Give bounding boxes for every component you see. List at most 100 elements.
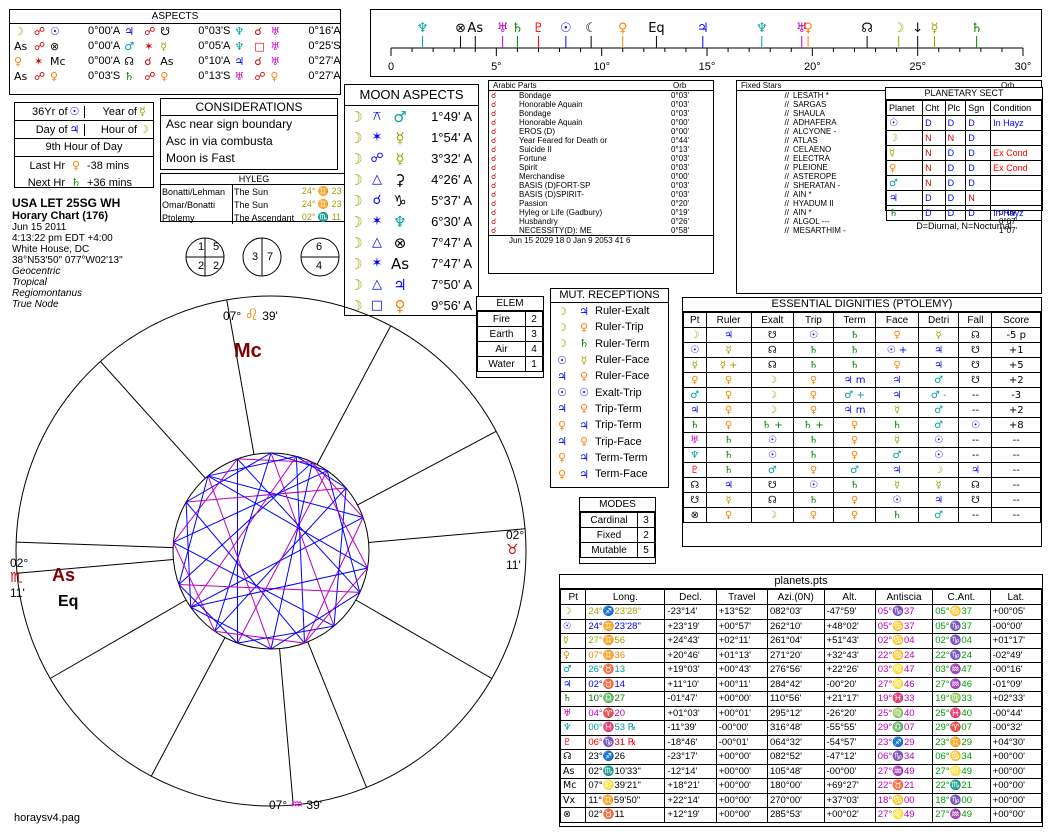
scale-glyph: ♀ <box>618 21 628 36</box>
dignities-header-cell: Term <box>832 312 877 328</box>
house-cusp-line <box>279 648 294 806</box>
planet-cell: 23°♐29 <box>874 734 934 750</box>
planet-cell: 26°♉13 <box>585 662 666 678</box>
dignity-cell: ♂ + <box>832 387 877 403</box>
aspect-cell: As ☍ ♀ 0°03'S <box>10 70 120 83</box>
sect-value: D <box>922 205 946 221</box>
planet-cell: ♀ <box>559 647 587 663</box>
dignity-cell: ♀ <box>832 492 877 508</box>
dignity-cell: ♂ <box>917 417 960 433</box>
aspect-orb: 0°03'S <box>198 25 231 37</box>
moon-icon: ☽ <box>349 107 363 126</box>
sect-footer: D=Diurnal, N=Nocturnal <box>916 221 1012 231</box>
planet-cell: 27°♌49 <box>874 807 934 823</box>
chart-subtitle: Horary Chart (176) <box>12 210 108 222</box>
planet-cell: +19°03' <box>664 662 717 678</box>
planet-cell: -00°00' <box>715 720 768 736</box>
degree-scale: 0 5° 10° 15° 20° 25° 30° ♆ ⊗ As ♅ ♄ ♇ ☉ ☾ ♀ Eq ♃ ♆ ♅ ♀ ☊ ☽ ↓ ☿ ♄ <box>370 9 1042 77</box>
circle-label: 3 <box>252 251 259 263</box>
dignity-cell: ♀ <box>705 402 752 418</box>
dignity-cell: ☉ <box>917 432 960 448</box>
aspect-cell: ♄ ☍ ♀ 0°13'S <box>120 70 230 83</box>
dignity-cell: ☋ <box>958 357 993 373</box>
dignity-cell: ♀ <box>832 447 877 463</box>
dignity-cell: -5 p <box>991 327 1041 343</box>
arabic-part-row: ☌ BASIS (D)SPIRIT- 0°03' <box>489 190 713 199</box>
sect-condition: In Hayz <box>990 115 1042 131</box>
planet-cell: 27°♌46 <box>874 676 934 692</box>
planet-cell: 02°♉14 <box>585 676 666 692</box>
dignity-cell: ☋ <box>750 477 795 493</box>
dignity-cell: -- <box>991 447 1041 463</box>
aspect-orb: 0°13'S <box>198 70 231 82</box>
planets-header-cell: Alt. <box>823 589 876 605</box>
planet-cell: -00°01' <box>715 734 768 750</box>
jupiter-icon: ♃ <box>69 123 80 136</box>
sect-row: ♀ N D D Ex Cond <box>885 160 1042 176</box>
consideration-item: Asc near sign boundary <box>166 117 293 131</box>
planet-cell: 22°♏21 <box>932 778 991 794</box>
mercury-icon: ☿ <box>139 105 146 118</box>
planet-cell: 284°42' <box>766 676 825 692</box>
reception-type: Ruler-Trip <box>595 321 644 334</box>
hyleg-pos: 24° ♊ 23 <box>301 199 342 209</box>
aspect-cell: ♀ ✶ Mc 0°00'A <box>10 55 120 68</box>
sect-condition: Ex Cond <box>990 145 1042 161</box>
arabic-part-row: ☌ Fortune 0°03' <box>489 154 713 163</box>
house-cusp-line <box>355 599 493 679</box>
aspect-planet: ♆ <box>234 25 245 38</box>
reception-planet: ♀ <box>579 435 589 449</box>
aspect-line <box>270 462 313 650</box>
arabic-part-name: Fortune <box>519 154 547 163</box>
dignity-cell: ☉ <box>750 432 795 448</box>
planet-cell: -00°16' <box>989 662 1043 678</box>
planets-pts-panel: planets.pts Pt Long. Decl. Travel Azi.(0N) Al… <box>559 574 1043 827</box>
planet-cell: -18°46' <box>664 734 717 750</box>
dignity-cell: ☉ <box>917 447 960 463</box>
planet-row: ♆ 00°♓53 ℞ -11°39' -00°00' 316°48' -55°55' 29°… <box>559 720 1043 736</box>
arabic-part-row: ☌ Suicide II 0°13' <box>489 145 713 154</box>
dignity-cell: ☽ <box>750 372 795 388</box>
planet-row: ☿ 27°♊56 +24°43' +02°11' 261°04' +51°43' 02°♋0… <box>559 633 1043 649</box>
planet-cell: +13°52' <box>715 604 768 620</box>
planet-cell: +00°00' <box>989 778 1043 794</box>
dignity-cell: ♀ <box>832 432 877 448</box>
chart-wheel <box>15 295 527 807</box>
planet-cell: -00°20' <box>823 676 876 692</box>
dignity-cell: ♄ <box>875 507 919 523</box>
scale-glyph: ☽ <box>893 21 905 36</box>
dignity-cell: ♄ <box>875 417 919 433</box>
dignity-cell: ♃ <box>683 402 707 418</box>
aspect-line <box>173 542 335 627</box>
year-of-label: Year of <box>83 105 140 118</box>
planet-cell: +00°00' <box>715 763 768 779</box>
dignities-header-cell: Face <box>875 312 919 328</box>
aspect-symbol: ☍ <box>34 70 46 83</box>
aspect-cell: ☊ ☌ As 0°10'A <box>120 55 230 68</box>
dignity-cell: -- <box>958 387 993 403</box>
arabic-part-orb: 0°03' <box>671 91 690 100</box>
dignity-cell: ☊ <box>750 357 795 373</box>
dignities-panel: ESSENTIAL DIGNITIES (PTOLEMY) Pt Ruler Exa… <box>682 297 1042 547</box>
moon-icon: ☽ <box>349 212 363 231</box>
planet-cell: -00°44' <box>989 705 1043 721</box>
scale-glyph: ♅ <box>497 21 509 36</box>
planet-cell: 18°♋00 <box>874 792 934 808</box>
aspect-symbol: ☍ <box>144 70 156 83</box>
sect-row: ☽ N N D <box>885 130 1042 146</box>
aspect-symbol: ☍ <box>254 70 266 83</box>
dignity-cell: ♀ <box>793 462 834 478</box>
circle-label: 6 <box>316 241 323 253</box>
sect-value: D <box>922 115 946 131</box>
dignity-row: ♃ ♀ ☽ ♀ ♃ m ☿ ♂ -- +2 <box>683 402 1041 418</box>
arabic-part-orb: 0°00' <box>671 118 690 127</box>
circle-label: 4 <box>316 260 323 272</box>
scale-glyph: ⊗ <box>455 21 466 36</box>
arabic-part-name: Suicide II <box>519 145 552 154</box>
house-cusp-line <box>49 599 187 679</box>
dignity-cell: ♄ <box>793 447 834 463</box>
aspect-planet: ♆ <box>393 212 407 231</box>
planet-cell: +02°33' <box>989 691 1043 707</box>
sect-header-cell: Sgn <box>965 100 992 116</box>
sect-condition: Ex Cond <box>990 160 1042 176</box>
